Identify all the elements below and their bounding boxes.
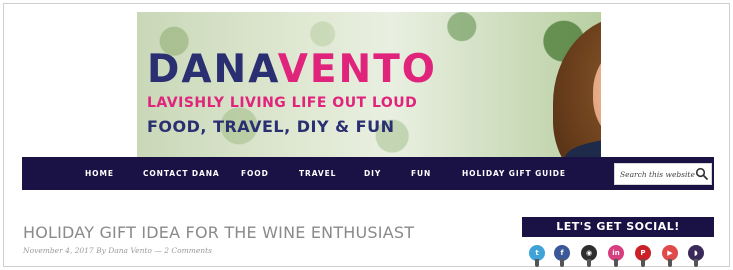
nav-item-travel[interactable]: TRAVEL <box>299 169 336 178</box>
site-logo[interactable]: DANAVENTO <box>147 50 437 89</box>
site-tagline: LAVISHLY LIVING LIFE OUT LOUD <box>147 95 418 111</box>
youtube-icon[interactable]: ▶ <box>662 245 678 267</box>
meta-separator: — <box>154 246 162 255</box>
nav-item-diy[interactable]: DIY <box>364 169 381 178</box>
site-subtagline: FOOD, TRAVEL, DIY & FUN <box>147 117 395 136</box>
post-meta: November 4, 2017 By Dana Vento — 2 Comme… <box>23 246 212 255</box>
main-nav: HOME CONTACT DANA FOOD TRAVEL DIY FUN HO… <box>22 157 714 190</box>
logo-last: VENTO <box>277 47 437 92</box>
logo-first: DANA <box>147 47 278 92</box>
search-input[interactable] <box>615 164 695 184</box>
nav-item-holiday-gift-guide[interactable]: HOLIDAY GIFT GUIDE <box>462 169 566 178</box>
facebook-icon[interactable]: f <box>554 245 570 267</box>
search-box <box>614 163 712 185</box>
search-icon[interactable] <box>695 167 709 181</box>
post-title[interactable]: HOLIDAY GIFT IDEA FOR THE WINE ENTHUSIAS… <box>23 223 414 242</box>
linkedin-icon[interactable]: in <box>608 245 624 267</box>
nav-item-home[interactable]: HOME <box>85 169 114 178</box>
author-portrait <box>545 12 601 158</box>
pinterest-icon[interactable]: P <box>635 245 651 267</box>
social-widget-heading: LET'S GET SOCIAL! <box>522 217 714 237</box>
twitter-icon[interactable]: t <box>529 245 545 267</box>
nav-item-food[interactable]: FOOD <box>241 169 269 178</box>
post-by: By <box>96 246 106 255</box>
rss-icon[interactable]: ◗ <box>688 245 704 267</box>
nav-item-contact-dana[interactable]: CONTACT DANA <box>143 169 220 178</box>
header-banner[interactable]: DANAVENTO LAVISHLY LIVING LIFE OUT LOUD … <box>137 12 601 158</box>
instagram-icon[interactable]: ◉ <box>581 245 597 267</box>
nav-item-fun[interactable]: FUN <box>411 169 431 178</box>
post-comments-link[interactable]: 2 Comments <box>164 246 212 255</box>
post-date: November 4, 2017 <box>23 246 94 255</box>
social-icons-row: t f ◉ in P ▶ ◗ <box>525 243 715 267</box>
post-author-link[interactable]: Dana Vento <box>108 246 152 255</box>
